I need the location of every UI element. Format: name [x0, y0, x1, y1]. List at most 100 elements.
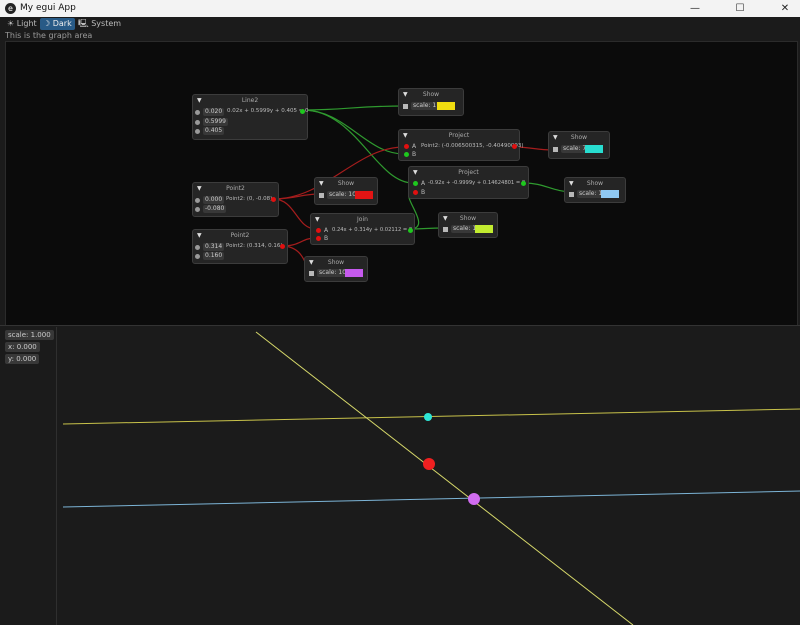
value-field[interactable]: 0.405 — [203, 127, 225, 135]
output-port[interactable] — [280, 244, 285, 249]
node-title: Line2 — [241, 97, 259, 104]
port-label-a: A — [412, 143, 417, 150]
output-port[interactable] — [300, 109, 305, 114]
plot-line-blue — [62, 490, 800, 508]
wire-line2-show — [302, 105, 405, 111]
maximize-button[interactable]: ☐ — [725, 0, 755, 17]
input-port[interactable] — [403, 104, 408, 109]
wires-layer — [272, 105, 576, 273]
input-port[interactable] — [195, 110, 200, 115]
wire-line2-project1 — [302, 109, 405, 155]
node-output-text: Point2: (0.314, 0.16) — [226, 243, 283, 249]
node-title: Join — [357, 216, 368, 223]
input-port-b[interactable] — [316, 236, 321, 241]
node-point2-a[interactable]: ▼ Point2 0.000 -0.080 Point2: (0, -0.08) — [192, 182, 279, 217]
input-port[interactable] — [195, 245, 200, 250]
title-bar: e My egui App — ☐ ✕ — [0, 0, 800, 17]
output-port[interactable] — [512, 144, 517, 149]
input-port-a[interactable] — [413, 181, 418, 186]
theme-bar: ☀ Light ☽ Dark 🖳 System — [0, 17, 800, 31]
input-port[interactable] — [309, 271, 314, 276]
node-title: Show — [570, 134, 588, 141]
node-show-red[interactable]: ▼ Show scale: 10 — [314, 177, 378, 205]
node-output-text: -0.92x + -0.9999y + 0.14624801 = 0 — [428, 180, 526, 186]
value-field[interactable]: 0.000 — [203, 196, 225, 204]
input-port[interactable] — [195, 254, 200, 259]
port-label-b: B — [412, 151, 417, 158]
scale-field[interactable]: scale: 1 — [411, 102, 439, 110]
port-label-b: B — [324, 235, 329, 242]
color-swatch[interactable] — [437, 102, 455, 110]
point-red — [423, 458, 435, 470]
input-port-a[interactable] — [404, 144, 409, 149]
node-graph-canvas[interactable]: ▼ Line2 0.020 0.5999 0.405 0.02x + 0.5999… — [5, 41, 798, 326]
node-project-2[interactable]: ▼ Project A -0.92x + -0.9999y + 0.1462480… — [408, 166, 529, 199]
plot-layer — [62, 331, 800, 625]
scale-field[interactable]: scale: 10 — [317, 269, 349, 277]
node-join[interactable]: ▼ Join A 0.24x + 0.314y + 0.02112 = 0 B — [310, 213, 415, 245]
moon-icon: ☽ — [43, 19, 51, 28]
node-project-1[interactable]: ▼ Project A Point2: (-0.006500315, -0.404… — [398, 129, 524, 161]
node-show-lime[interactable]: ▼ Show scale: 1 — [438, 212, 498, 238]
node-title: Show — [422, 91, 440, 98]
node-show-cyan[interactable]: ▼ Show scale: 7 — [548, 131, 610, 159]
node-title: Show — [459, 215, 477, 222]
monitor-icon: 🖳 — [78, 19, 89, 28]
output-port[interactable] — [521, 181, 526, 186]
input-port-b[interactable] — [413, 190, 418, 195]
node-output-text: Point2: (-0.006500315, -0.40490093) — [421, 143, 524, 149]
port-label-b: B — [421, 189, 426, 196]
plot-canvas[interactable] — [56, 327, 800, 625]
node-show-violet[interactable]: ▼ Show scale: 10 — [304, 256, 368, 282]
color-swatch[interactable] — [601, 190, 619, 198]
output-port[interactable] — [408, 228, 413, 233]
node-output-text: 0.24x + 0.314y + 0.02112 = 0 — [332, 227, 413, 233]
input-port[interactable] — [319, 193, 324, 198]
sun-icon: ☀ — [7, 19, 15, 28]
value-field[interactable]: 0.020 — [203, 108, 225, 116]
input-port[interactable] — [195, 207, 200, 212]
color-swatch[interactable] — [355, 191, 373, 199]
theme-dark-label: Dark — [52, 19, 72, 28]
input-port[interactable] — [553, 147, 558, 152]
theme-system-button[interactable]: 🖳 System — [75, 18, 124, 30]
port-label-a: A — [421, 180, 426, 187]
color-swatch[interactable] — [585, 145, 603, 153]
node-point2-b[interactable]: ▼ Point2 0.314 0.160 Point2: (0.314, 0.16… — [192, 229, 288, 264]
node-line2[interactable]: ▼ Line2 0.020 0.5999 0.405 0.02x + 0.5999… — [192, 94, 309, 140]
theme-system-label: System — [91, 19, 122, 28]
panel-divider[interactable] — [0, 325, 800, 326]
node-title: Project — [448, 132, 470, 139]
value-field[interactable]: 0.5999 — [203, 118, 228, 126]
minimize-button[interactable]: — — [680, 0, 710, 17]
plot-line-diagonal — [255, 331, 634, 625]
node-title: Show — [327, 259, 345, 266]
input-port-a[interactable] — [316, 228, 321, 233]
value-field[interactable]: -0.080 — [203, 205, 227, 213]
value-field[interactable]: 0.160 — [203, 252, 225, 260]
node-title: Point2 — [230, 232, 250, 239]
input-port[interactable] — [569, 192, 574, 197]
node-show-blue[interactable]: ▼ Show scale: 1 — [564, 177, 626, 203]
theme-dark-button[interactable]: ☽ Dark — [40, 18, 75, 30]
window-title: My egui App — [20, 3, 76, 13]
point-cyan — [424, 413, 432, 421]
x-readout: x: 0.000 — [5, 342, 40, 352]
color-swatch[interactable] — [345, 269, 363, 277]
input-port-b[interactable] — [404, 152, 409, 157]
close-button[interactable]: ✕ — [770, 0, 800, 17]
node-output-text: 0.02x + 0.5999y + 0.405 = 0 — [227, 108, 309, 114]
value-field[interactable]: 0.314 — [203, 243, 225, 251]
graph-area-label: This is the graph area — [5, 31, 93, 40]
node-title: Show — [586, 180, 604, 187]
node-show-yellow[interactable]: ▼ Show scale: 1 — [398, 88, 464, 116]
input-port[interactable] — [195, 129, 200, 134]
color-swatch[interactable] — [475, 225, 493, 233]
theme-light-button[interactable]: ☀ Light — [4, 18, 40, 30]
scale-field[interactable]: scale: 10 — [327, 191, 359, 199]
output-port[interactable] — [271, 197, 276, 202]
input-port[interactable] — [195, 120, 200, 125]
app-icon: e — [5, 3, 16, 14]
input-port[interactable] — [443, 227, 448, 232]
input-port[interactable] — [195, 198, 200, 203]
